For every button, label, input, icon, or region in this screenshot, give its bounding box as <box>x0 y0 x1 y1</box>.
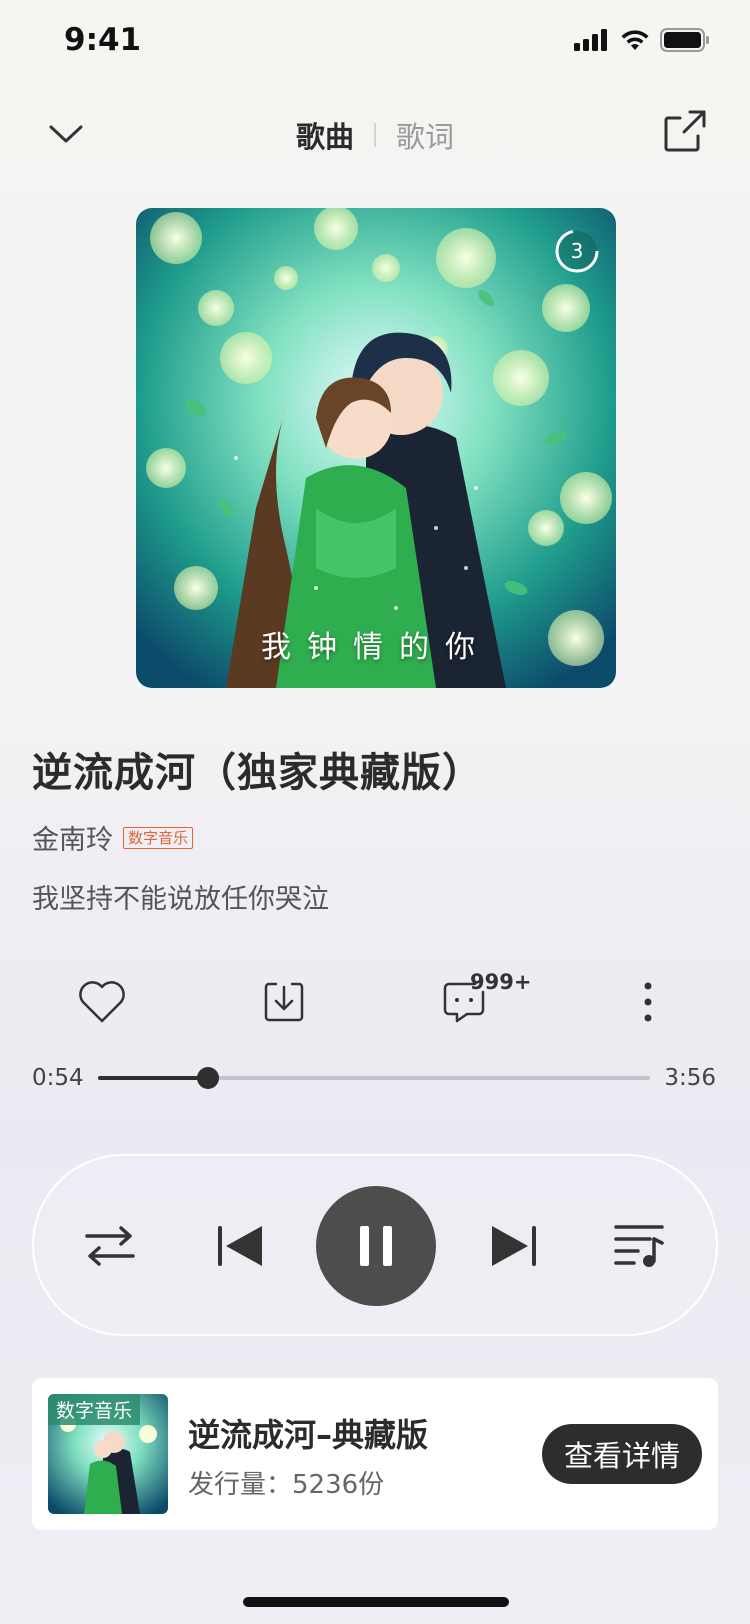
card-thumbnail-tag: 数字音乐 <box>48 1394 141 1425</box>
album-cover[interactable]: 3 我钟情的你 <box>136 208 616 688</box>
card-title: 逆流成河–典藏版 <box>188 1416 429 1454</box>
song-title: 逆流成河（独家典藏版） <box>32 750 483 796</box>
playlist-button[interactable] <box>610 1216 670 1276</box>
wifi-icon <box>621 30 649 50</box>
progress-thumb[interactable] <box>197 1067 220 1089</box>
current-time: 0:54 <box>32 1065 84 1091</box>
previous-button[interactable] <box>210 1216 270 1276</box>
status-time: 9:41 <box>64 22 142 58</box>
repeat-icon <box>85 1226 135 1266</box>
album-art-illustration <box>136 208 616 688</box>
pause-button[interactable] <box>316 1186 436 1306</box>
next-button[interactable] <box>484 1216 544 1276</box>
progress-fill <box>98 1076 209 1080</box>
cover-art-text: 我钟情的你 <box>261 630 491 665</box>
battery-icon <box>660 28 709 52</box>
skip-next-icon <box>492 1226 536 1266</box>
share-button[interactable] <box>662 108 708 154</box>
card-circulation: 发行量：5236份 <box>188 1470 385 1500</box>
status-icons <box>574 28 710 52</box>
artist-name[interactable]: 金南玲 <box>32 818 113 857</box>
share-icon <box>664 110 706 152</box>
heart-icon <box>79 981 125 1023</box>
view-details-button[interactable]: 查看详情 <box>542 1424 702 1484</box>
comment-count: 999+ <box>470 970 532 994</box>
more-vertical-icon <box>644 982 652 1022</box>
skip-previous-icon <box>218 1226 262 1266</box>
progress-slider[interactable] <box>98 1067 650 1089</box>
cover-badge-number: 3 <box>570 239 584 263</box>
signal-icon <box>574 29 607 51</box>
download-button[interactable] <box>258 976 310 1028</box>
cover-badge: 3 <box>554 228 600 274</box>
total-time: 3:56 <box>664 1065 716 1091</box>
current-lyric[interactable]: 我坚持不能说放任你哭泣 <box>32 877 329 916</box>
digital-music-tag: 数字音乐 <box>123 826 194 849</box>
download-icon <box>264 982 304 1022</box>
repeat-mode-button[interactable] <box>80 1216 140 1276</box>
tab-song[interactable]: 歌曲 <box>276 114 374 156</box>
card-thumbnail: 数字音乐 <box>48 1394 168 1514</box>
artist-row: 金南玲 数字音乐 <box>32 818 194 857</box>
pause-icon <box>360 1226 392 1266</box>
tab-lyrics[interactable]: 歌词 <box>376 114 474 156</box>
like-button[interactable] <box>76 976 128 1028</box>
more-button[interactable] <box>622 976 674 1028</box>
playlist-icon <box>614 1225 664 1267</box>
tab-bar: 歌曲 歌词 <box>0 114 750 156</box>
digital-album-card[interactable]: 数字音乐 逆流成河–典藏版 发行量：5236份 查看详情 <box>32 1378 718 1530</box>
home-indicator[interactable] <box>243 1597 509 1607</box>
